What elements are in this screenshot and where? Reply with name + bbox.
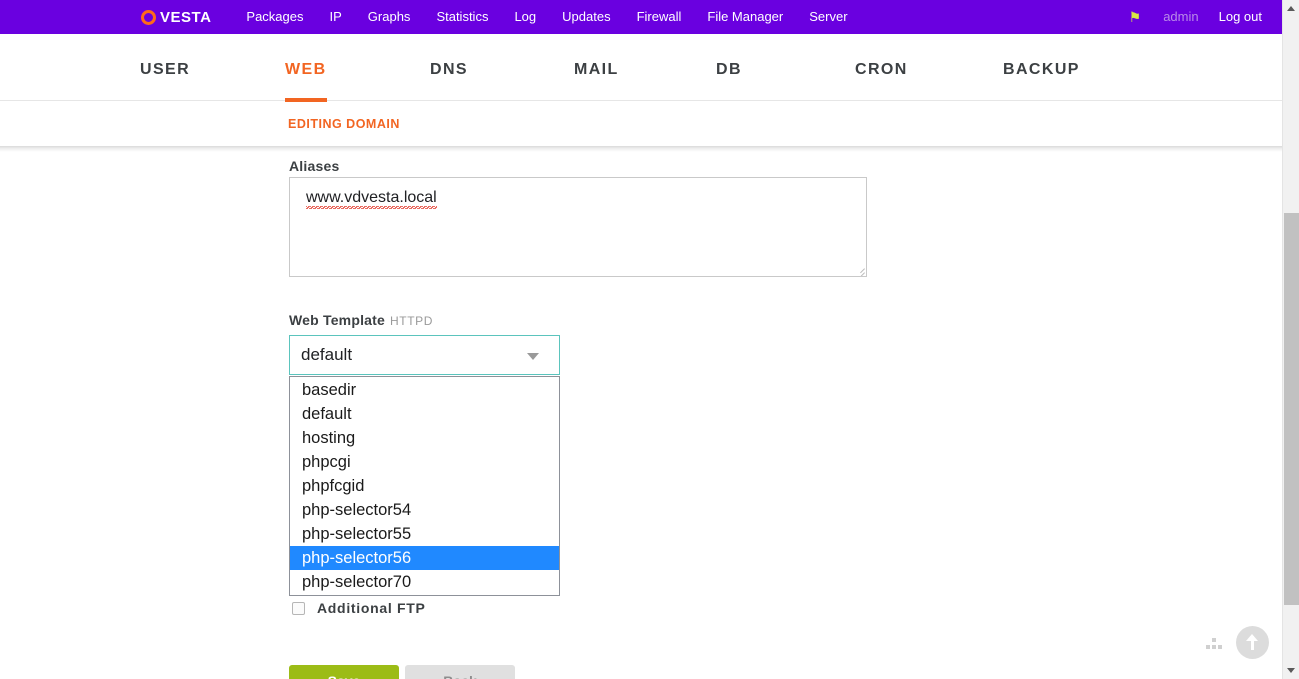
topnav-item-file-manager[interactable]: File Manager [694,0,796,34]
tab-dns[interactable]: DNS [430,34,468,101]
brand-label: VESTA [160,8,212,26]
additional-ftp-checkbox[interactable] [292,601,305,615]
option-default[interactable]: default [290,402,559,426]
option-php-selector70[interactable]: php-selector70 [290,570,559,594]
vesta-ring-logo-icon [141,9,156,25]
aliases-label: Aliases [289,158,340,174]
option-php-selector56[interactable]: php-selector56 [290,546,559,570]
option-php-selector54[interactable]: php-selector54 [290,498,559,522]
aliases-text: www.vdvesta.local [306,189,437,209]
option-basedir[interactable]: basedir [290,378,559,402]
topnav-item-server[interactable]: Server [796,0,860,34]
topnav-item-packages[interactable]: Packages [233,0,316,34]
save-button[interactable]: Save [289,665,399,679]
textarea-resize-handle-icon[interactable] [853,263,865,275]
arrow-up-head-icon [1246,634,1258,641]
edit-domain-form: Aliases www.vdvesta.local Web Template HT… [0,152,1282,679]
tab-db[interactable]: DB [716,34,742,101]
logout-link[interactable]: Log out [1211,0,1274,34]
scroll-up-arrow-icon[interactable] [1283,0,1299,17]
web-template-option-list[interactable]: basedir default hosting phpcgi phpfcgid … [289,376,560,596]
topnav-item-firewall[interactable]: Firewall [624,0,695,34]
section-tab-bar: USER WEB DNS MAIL DB CRON BACKUP [0,34,1282,102]
vesta-brand[interactable]: VESTA [141,9,211,26]
page-subheader: EDITING DOMAIN [0,101,1282,146]
topnav-item-ip[interactable]: IP [317,0,355,34]
chevron-down-icon [527,353,539,360]
scroll-to-top-button[interactable] [1236,626,1269,659]
web-template-label-main: Web Template [289,312,386,328]
tab-user[interactable]: USER [140,34,190,101]
option-phpfcgid[interactable]: phpfcgid [290,474,559,498]
app-window: VESTA Packages IP Graphs Statistics Log … [0,0,1299,679]
web-template-selected-value: default [301,345,353,364]
tab-cron[interactable]: CRON [855,34,908,101]
option-hosting[interactable]: hosting [290,426,559,450]
web-template-select[interactable]: default [289,335,560,375]
scrollbar-thumb[interactable] [1284,213,1299,605]
web-template-label: Web Template HTTPD [289,312,433,328]
option-phpcgi[interactable]: phpcgi [290,450,559,474]
tab-backup[interactable]: BACKUP [1003,34,1080,101]
subheader-shadow [0,146,1282,152]
grip-dots-icon[interactable] [1206,638,1222,650]
vertical-scrollbar[interactable] [1282,0,1299,679]
topnav-item-log[interactable]: Log [501,0,549,34]
additional-ftp-row: Additional FTP [292,600,426,616]
tab-mail[interactable]: MAIL [574,34,619,101]
scroll-down-arrow-icon[interactable] [1283,662,1299,679]
page-title: EDITING DOMAIN [288,117,400,131]
topnav-item-statistics[interactable]: Statistics [423,0,501,34]
topbar-right-group: ⚑ admin Log out [1119,0,1282,34]
top-navigation-bar: VESTA Packages IP Graphs Statistics Log … [0,0,1282,34]
topnav-item-updates[interactable]: Updates [549,0,623,34]
bell-icon[interactable]: ⚑ [1119,0,1152,34]
back-button[interactable]: Back [405,665,515,679]
web-template-sublabel: HTTPD [390,314,434,328]
aliases-value: www.vdvesta.local [306,189,437,209]
aliases-textarea[interactable]: www.vdvesta.local [289,177,867,277]
topnav-item-graphs[interactable]: Graphs [355,0,424,34]
option-php-selector55[interactable]: php-selector55 [290,522,559,546]
current-user-label[interactable]: admin [1151,0,1210,34]
tab-web[interactable]: WEB [285,34,327,102]
additional-ftp-label: Additional FTP [317,600,426,616]
